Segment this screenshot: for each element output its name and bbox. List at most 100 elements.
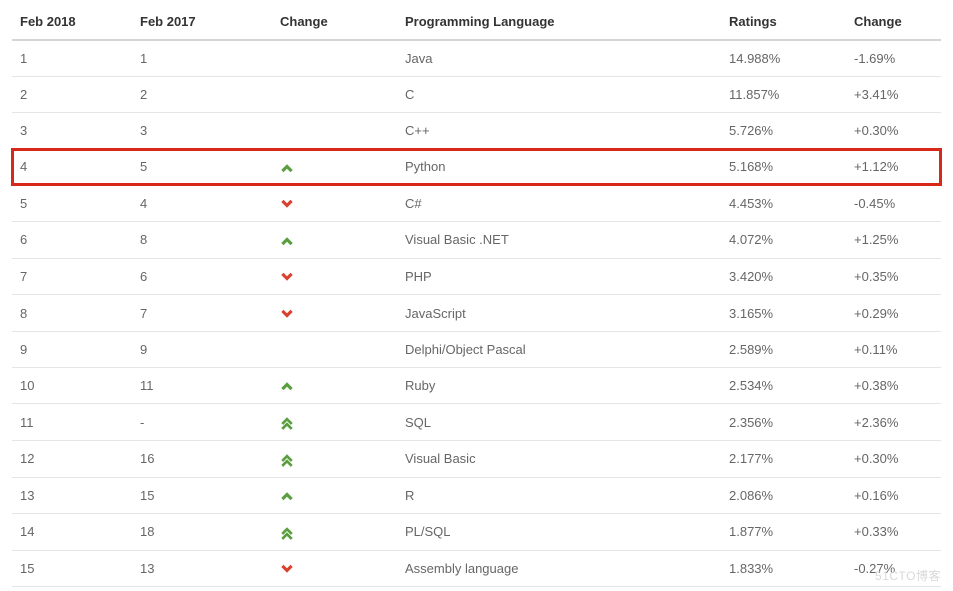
cell-ratings: 3.165% [721,295,846,332]
cell-trend [272,113,397,149]
cell-ratings: 2.534% [721,367,846,404]
cell-feb2018: 3 [12,113,132,149]
col-header-feb2017: Feb 2017 [132,4,272,40]
cell-feb2017: 6 [132,258,272,295]
chevron-down-icon [280,270,294,284]
cell-trend [272,404,397,441]
table-row: 1011Ruby2.534%+0.38% [12,367,941,404]
cell-feb2018: 9 [12,331,132,367]
col-header-feb2018: Feb 2018 [12,4,132,40]
cell-delta: +2.36% [846,404,941,441]
cell-feb2018: 6 [12,222,132,259]
cell-ratings: 3.420% [721,258,846,295]
cell-ratings: 2.086% [721,477,846,514]
chevron-up-icon [280,379,294,393]
cell-feb2017: 4 [132,185,272,222]
cell-feb2018: 11 [12,404,132,441]
cell-ratings: 2.356% [721,404,846,441]
table-row: 99 Delphi/Object Pascal2.589%+0.11% [12,331,941,367]
table-row: 1513Assembly language1.833%-0.27% [12,550,941,587]
cell-delta: +3.41% [846,77,941,113]
cell-feb2018: 4 [12,149,132,186]
table-row: 68Visual Basic .NET4.072%+1.25% [12,222,941,259]
chevron-down-icon [280,307,294,321]
cell-delta: +0.35% [846,258,941,295]
cell-feb2018: 14 [12,514,132,551]
cell-trend [272,222,397,259]
cell-language: PL/SQL [397,514,721,551]
cell-feb2018: 15 [12,550,132,587]
chevron-up-icon [280,161,294,175]
cell-feb2018: 10 [12,367,132,404]
chevron-up-icon [280,234,294,248]
cell-feb2018: 13 [12,477,132,514]
cell-language: C++ [397,113,721,149]
cell-feb2018: 7 [12,258,132,295]
cell-delta: -0.45% [846,185,941,222]
cell-trend [272,295,397,332]
cell-delta: +1.12% [846,149,941,186]
double-chevron-up-icon [280,416,294,430]
cell-feb2018: 2 [12,77,132,113]
cell-feb2017: 11 [132,367,272,404]
cell-feb2017: - [132,404,272,441]
cell-delta: +1.25% [846,222,941,259]
cell-language: Python [397,149,721,186]
cell-feb2017: 16 [132,440,272,477]
cell-language: Delphi/Object Pascal [397,331,721,367]
table-row: 87JavaScript3.165%+0.29% [12,295,941,332]
table-row: 33C++5.726%+0.30% [12,113,941,149]
cell-feb2017: 2 [132,77,272,113]
cell-language: R [397,477,721,514]
col-header-language: Programming Language [397,4,721,40]
cell-ratings: 5.726% [721,113,846,149]
cell-delta: +0.16% [846,477,941,514]
double-chevron-up-icon [280,526,294,540]
cell-trend [272,185,397,222]
table-row: 11- SQL2.356%+2.36% [12,404,941,441]
cell-feb2017: 5 [132,149,272,186]
cell-trend [272,550,397,587]
cell-feb2017: 9 [132,331,272,367]
cell-feb2017: 7 [132,295,272,332]
cell-language: Java [397,40,721,77]
cell-language: PHP [397,258,721,295]
col-header-change-pct: Change [846,4,941,40]
cell-trend [272,258,397,295]
chevron-down-icon [280,197,294,211]
cell-ratings: 4.072% [721,222,846,259]
cell-trend [272,40,397,77]
cell-feb2018: 5 [12,185,132,222]
cell-language: C# [397,185,721,222]
table-row: 1216 Visual Basic2.177%+0.30% [12,440,941,477]
cell-language: C [397,77,721,113]
table-row: 76 PHP3.420%+0.35% [12,258,941,295]
cell-trend [272,367,397,404]
double-chevron-up-icon [280,453,294,467]
cell-ratings: 1.833% [721,550,846,587]
table-row: 11Java14.988%-1.69% [12,40,941,77]
cell-feb2018: 12 [12,440,132,477]
cell-delta: +0.11% [846,331,941,367]
col-header-ratings: Ratings [721,4,846,40]
cell-feb2017: 1 [132,40,272,77]
cell-ratings: 2.589% [721,331,846,367]
cell-delta: +0.30% [846,440,941,477]
cell-ratings: 1.877% [721,514,846,551]
cell-feb2017: 18 [132,514,272,551]
cell-delta: +0.29% [846,295,941,332]
table-row: 54C#4.453%-0.45% [12,185,941,222]
cell-language: JavaScript [397,295,721,332]
cell-feb2017: 3 [132,113,272,149]
cell-delta: -1.69% [846,40,941,77]
cell-delta: +0.33% [846,514,941,551]
cell-ratings: 14.988% [721,40,846,77]
cell-ratings: 11.857% [721,77,846,113]
cell-language: SQL [397,404,721,441]
cell-trend [272,514,397,551]
cell-trend [272,477,397,514]
cell-feb2017: 13 [132,550,272,587]
cell-ratings: 2.177% [721,440,846,477]
cell-language: Visual Basic [397,440,721,477]
cell-trend [272,440,397,477]
